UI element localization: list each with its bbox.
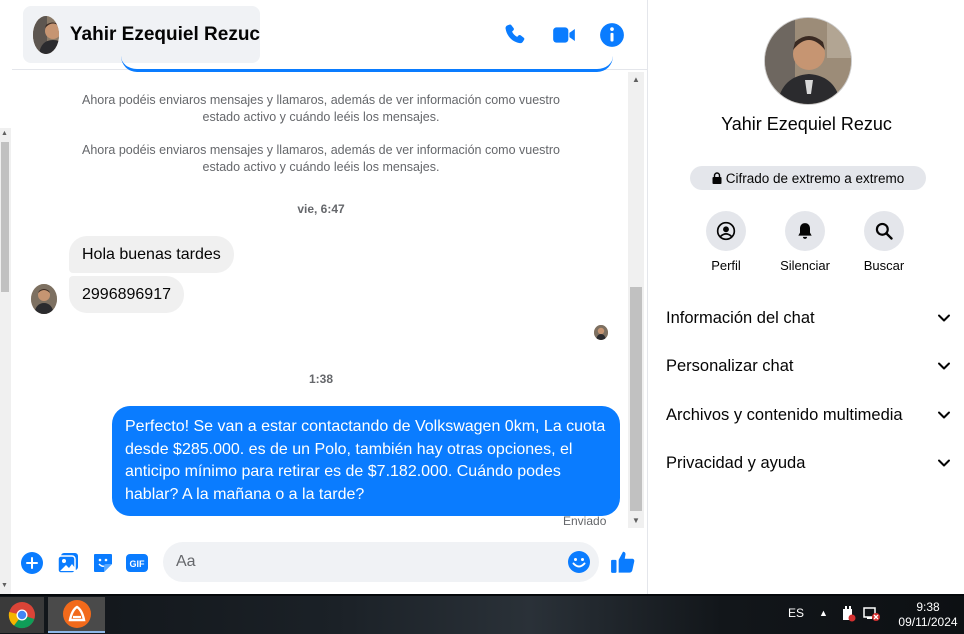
profile-icon	[716, 221, 736, 241]
section-media-files[interactable]: Archivos y contenido multimedia	[666, 400, 951, 430]
chrome-icon	[8, 602, 35, 629]
scroll-down-arrow-icon[interactable]: ▼	[632, 516, 640, 525]
incoming-message[interactable]: 2996896917	[69, 276, 184, 313]
message-composer: GIF	[12, 532, 647, 594]
network-disconnected-icon[interactable]	[863, 606, 881, 622]
profile-action-label: Perfil	[711, 258, 741, 273]
section-label: Archivos y contenido multimedia	[666, 405, 903, 424]
info-icon[interactable]	[599, 22, 625, 48]
page-scrollbar[interactable]: ▲ ▼	[0, 128, 11, 594]
avatar	[33, 15, 59, 54]
chevron-down-icon	[938, 459, 950, 467]
section-label: Información del chat	[666, 308, 815, 327]
thumbs-up-icon[interactable]	[610, 549, 636, 575]
message-input[interactable]	[163, 542, 599, 582]
phone-call-icon[interactable]	[502, 22, 528, 48]
sent-status: Enviado	[563, 514, 607, 528]
taskbar-clock[interactable]: 9:38 09/11/2024	[898, 600, 958, 630]
bell-icon	[798, 223, 812, 239]
chat-panel: Yahir Ezequiel Rezuc Ahora podéis enviar…	[12, 0, 647, 594]
encryption-label: Cifrado de extremo a extremo	[725, 170, 905, 186]
profile-name: Yahir Ezequiel Rezuc	[721, 114, 892, 134]
message-list[interactable]: Ahora podéis enviaros mensajes y llamaro…	[12, 72, 630, 530]
chevron-down-icon	[938, 362, 950, 370]
taskbar-chrome-button[interactable]	[0, 597, 44, 633]
image-icon[interactable]	[56, 551, 80, 575]
clock-time: 9:38	[916, 600, 940, 614]
search-action-button[interactable]: Buscar	[844, 211, 924, 273]
time-separator: vie, 6:47	[297, 202, 345, 216]
scroll-down-arrow-icon[interactable]: ▼	[1, 582, 8, 589]
system-notice: Ahora podéis enviaros mensajes y llamaro…	[81, 93, 560, 124]
contact-name: Yahir Ezequiel Rezuc	[69, 23, 260, 45]
sender-avatar[interactable]	[31, 284, 57, 314]
chevron-down-icon	[938, 314, 950, 322]
section-customize-chat[interactable]: Personalizar chat	[666, 351, 951, 381]
encryption-badge[interactable]: Cifrado de extremo a extremo	[690, 166, 926, 190]
incoming-message[interactable]: Hola buenas tardes	[69, 236, 234, 273]
contact-header-button[interactable]: Yahir Ezequiel Rezuc	[23, 6, 260, 63]
seen-receipt-avatar	[594, 325, 608, 340]
section-label: Privacidad y ayuda	[666, 453, 806, 472]
profile-avatar[interactable]	[764, 17, 852, 105]
gif-label: GIF	[130, 559, 146, 569]
mute-action-button[interactable]: Silenciar	[765, 211, 845, 273]
outgoing-message[interactable]: Perfecto! Se van a estar contactando de …	[112, 406, 620, 516]
profile-action-button[interactable]: Perfil	[686, 211, 766, 273]
chat-scrollbar-thumb[interactable]	[630, 287, 642, 511]
language-indicator[interactable]: ES	[788, 606, 804, 620]
page-scrollbar-thumb[interactable]	[1, 142, 9, 292]
search-action-label: Buscar	[863, 258, 905, 273]
lock-icon	[712, 172, 722, 184]
tray-expand-icon[interactable]: ▲	[819, 608, 828, 618]
emoji-icon[interactable]	[567, 550, 591, 574]
power-plug-icon[interactable]	[840, 606, 856, 622]
conversation-info-panel: Yahir Ezequiel Rezuc Cifrado de extremo …	[647, 0, 964, 594]
taskbar: ES ▲ 9:38 09/11/2024	[0, 596, 964, 634]
chat-scrollbar[interactable]: ▲ ▼	[628, 72, 644, 528]
section-label: Personalizar chat	[666, 356, 794, 375]
time-separator: 1:38	[308, 372, 334, 386]
chevron-down-icon	[938, 411, 950, 419]
scroll-up-arrow-icon[interactable]: ▲	[632, 75, 640, 84]
section-chat-info[interactable]: Información del chat	[666, 303, 951, 333]
scroll-up-arrow-icon[interactable]: ▲	[1, 130, 8, 137]
gif-icon[interactable]: GIF	[125, 551, 149, 575]
previous-message-bubble-edge	[121, 56, 613, 72]
taskbar-app-button[interactable]	[48, 597, 105, 633]
app-icon	[62, 600, 91, 628]
section-privacy-help[interactable]: Privacidad y ayuda	[666, 448, 951, 478]
video-call-icon[interactable]	[551, 22, 577, 48]
sticker-icon[interactable]	[91, 551, 115, 575]
mute-action-label: Silenciar	[780, 258, 830, 273]
plus-icon[interactable]	[20, 551, 44, 575]
clock-date: 09/11/2024	[898, 615, 958, 629]
system-notice: Ahora podéis enviaros mensajes y llamaro…	[81, 143, 560, 174]
search-icon	[875, 222, 893, 240]
